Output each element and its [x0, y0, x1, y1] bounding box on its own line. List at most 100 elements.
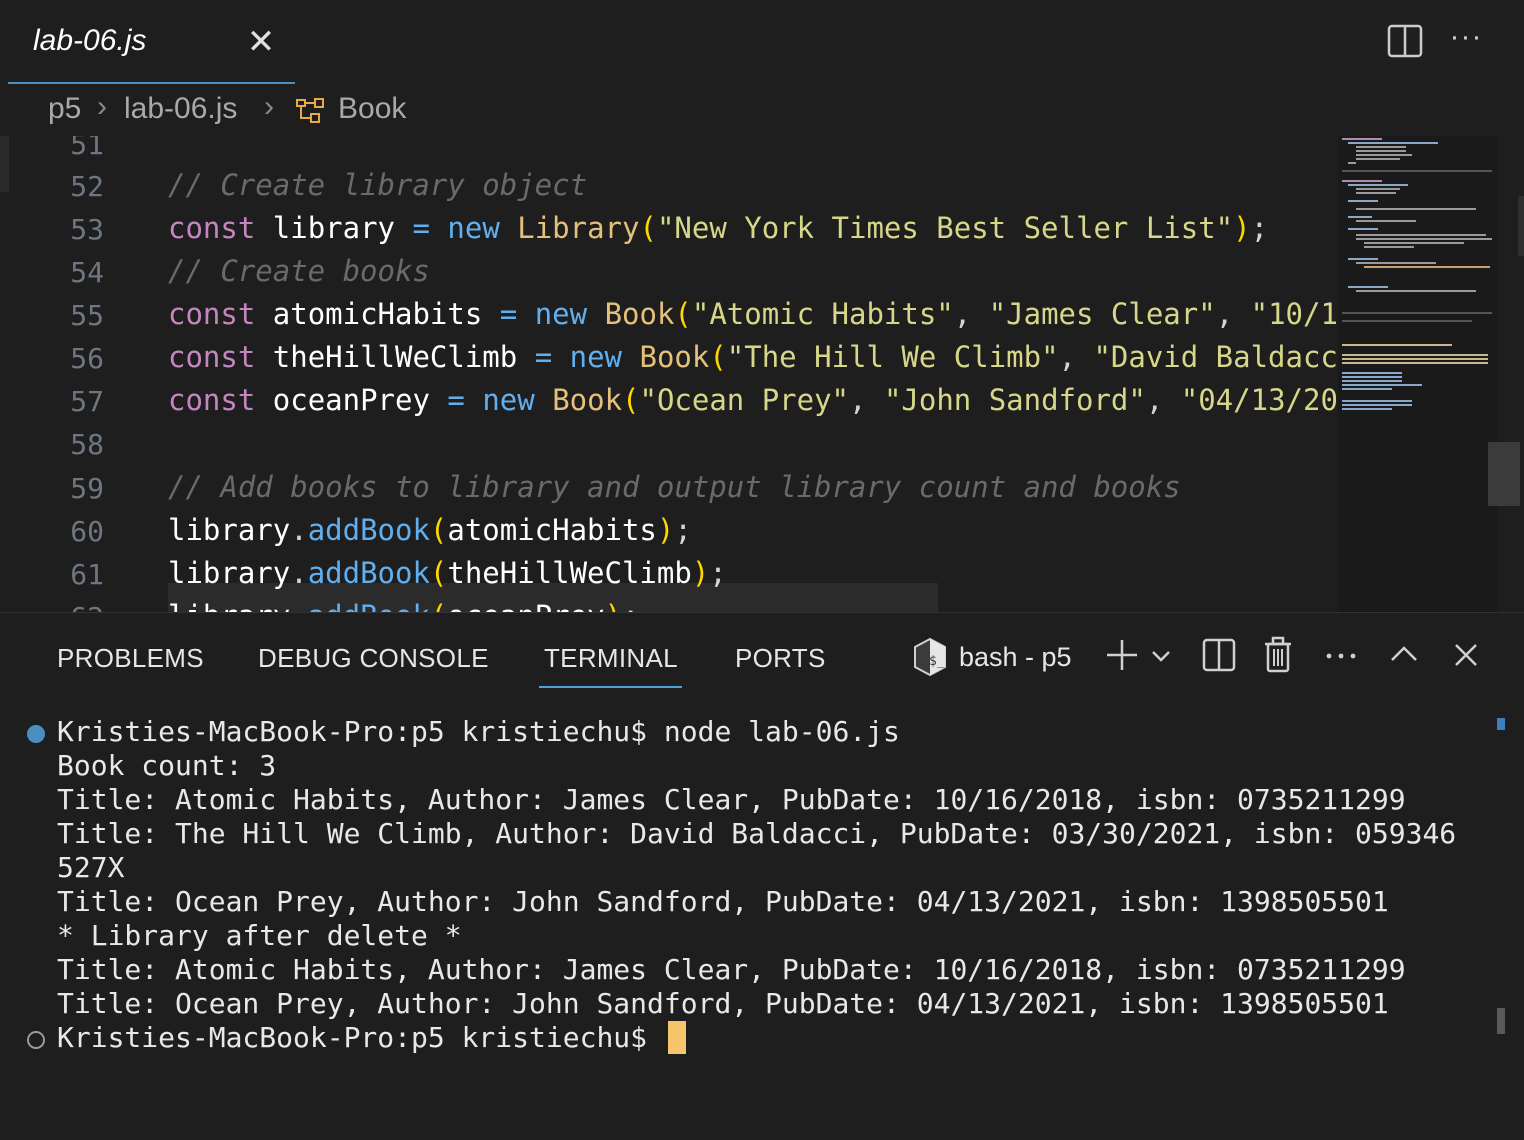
code-line-53: const library = new Library("New York Ti… — [168, 211, 1268, 245]
token: = — [499, 297, 518, 331]
minimap-line — [1356, 150, 1406, 152]
line-number: 57 — [70, 385, 104, 418]
tab-terminal[interactable]: TERMINAL — [544, 643, 678, 674]
minimap-slider[interactable] — [1488, 442, 1520, 506]
token: new — [482, 383, 535, 417]
more-actions-icon[interactable]: ··· — [1446, 20, 1486, 60]
token: addBook — [307, 513, 430, 547]
token: const — [168, 383, 256, 417]
command-success-decoration[interactable] — [27, 725, 45, 743]
breadcrumb-file[interactable]: lab-06.js — [124, 92, 237, 126]
token: . — [290, 513, 308, 547]
minimap-line — [1364, 242, 1464, 244]
split-terminal-icon[interactable] — [1200, 635, 1240, 675]
minimap-line — [1342, 170, 1492, 172]
editor-tab-bar: lab-06.js ✕ ··· — [0, 0, 1524, 84]
minimap-line — [1342, 372, 1402, 374]
terminal-line: Book count: 3 — [57, 749, 277, 782]
code-line-52: // Create library object — [168, 168, 588, 202]
minimap-line — [1348, 286, 1388, 288]
line-number: 59 — [70, 472, 104, 505]
editor-lines[interactable]: 51 52 // Create library object 53 const … — [0, 136, 1340, 612]
token: Book — [639, 340, 710, 374]
token: , — [953, 297, 989, 331]
code-line-57: const oceanPrey = new Book("Ocean Prey",… — [168, 383, 1340, 417]
token: library — [168, 513, 291, 547]
code-line-55: const atomicHabits = new Book("Atomic Ha… — [168, 297, 1340, 331]
terminal-name[interactable]: bash - p5 — [959, 642, 1072, 673]
terminal-line: * Library after delete * — [57, 919, 462, 952]
line-number: 61 — [70, 558, 104, 591]
chevron-down-icon[interactable] — [1146, 635, 1176, 675]
trash-icon[interactable] — [1259, 635, 1299, 675]
minimap[interactable] — [1338, 136, 1498, 612]
chevron-right-icon: › — [264, 90, 274, 123]
terminal-prompt: Kristies-MacBook-Pro:p5 kristiechu$ — [57, 1021, 664, 1054]
minimap-line — [1356, 234, 1486, 236]
close-panel-icon[interactable] — [1446, 635, 1486, 675]
minimap-line — [1342, 380, 1402, 382]
code-line-61: library.addBook(theHillWeClimb); — [168, 556, 727, 590]
line-number: 60 — [70, 515, 104, 548]
minimap-line — [1348, 228, 1378, 230]
split-editor-icon[interactable] — [1387, 24, 1423, 58]
token: "John Sandford" — [883, 383, 1146, 417]
minimap-line — [1342, 180, 1382, 182]
minimap-line — [1342, 376, 1402, 378]
token: atomicHabits — [447, 513, 657, 547]
token: Book — [604, 297, 675, 331]
more-icon[interactable] — [1321, 635, 1361, 675]
token: ( — [622, 383, 640, 417]
minimap-line — [1348, 142, 1438, 144]
editor-scrollbar[interactable] — [1518, 196, 1524, 256]
token: "10/16 — [1250, 297, 1340, 331]
code-line-54: // Create books — [168, 254, 430, 288]
code-line-56: const theHillWeClimb = new Book("The Hil… — [168, 340, 1340, 374]
token: atomicHabits — [272, 297, 483, 331]
token: "David Baldacci — [1093, 340, 1340, 374]
token: library — [168, 599, 290, 612]
terminal-line: Title: Ocean Prey, Author: John Sandford… — [57, 885, 1389, 918]
token: = — [534, 340, 553, 374]
minimap-line — [1364, 246, 1414, 248]
command-pending-decoration[interactable] — [27, 1031, 45, 1049]
token: new — [569, 340, 623, 374]
minimap-line — [1342, 404, 1412, 406]
minimap-line — [1356, 146, 1406, 148]
svg-text:$_: $_ — [929, 654, 945, 669]
breadcrumb-folder[interactable]: p5 — [48, 92, 81, 126]
token: ) — [605, 599, 622, 612]
token: ) — [1233, 211, 1251, 245]
token: "Ocean Prey" — [639, 383, 850, 417]
code-editor[interactable]: 51 52 // Create library object 53 const … — [0, 136, 1524, 612]
terminal[interactable]: Kristies-MacBook-Pro:p5 kristiechu$ node… — [0, 713, 1524, 1140]
tab-debug-console[interactable]: DEBUG CONSOLE — [258, 643, 489, 674]
terminal-line: Kristies-MacBook-Pro:p5 kristiechu$ node… — [57, 715, 900, 748]
terminal-scrollbar[interactable] — [1497, 1008, 1505, 1034]
token: const — [168, 297, 256, 331]
terminal-line: Title: The Hill We Climb, Author: David … — [57, 817, 1457, 850]
token: ; — [709, 556, 727, 590]
token: ( — [430, 599, 447, 612]
chevron-right-icon: › — [97, 90, 107, 123]
minimap-line — [1356, 188, 1400, 190]
tab-ports[interactable]: PORTS — [735, 643, 826, 674]
add-terminal-icon[interactable] — [1102, 635, 1142, 675]
tab-lab-06-js[interactable]: lab-06.js ✕ — [8, 0, 295, 84]
close-icon[interactable]: ✕ — [246, 24, 276, 60]
token: ( — [429, 556, 448, 590]
maximize-panel-icon[interactable] — [1384, 635, 1424, 675]
token: Book — [552, 383, 623, 417]
minimap-line — [1356, 220, 1416, 222]
breadcrumb: p5 › lab-06.js › Book — [0, 86, 1524, 136]
terminal-line: Title: Ocean Prey, Author: John Sandford… — [57, 987, 1389, 1020]
breadcrumb-symbol[interactable]: Book — [338, 92, 406, 126]
minimap-line — [1342, 388, 1392, 390]
minimap-line — [1356, 192, 1396, 194]
token: ; — [674, 513, 692, 547]
tab-problems[interactable]: PROBLEMS — [57, 643, 204, 674]
minimap-line — [1348, 200, 1378, 202]
active-tab-indicator — [539, 686, 682, 688]
line-number: 56 — [70, 342, 104, 375]
token: ( — [639, 211, 657, 245]
